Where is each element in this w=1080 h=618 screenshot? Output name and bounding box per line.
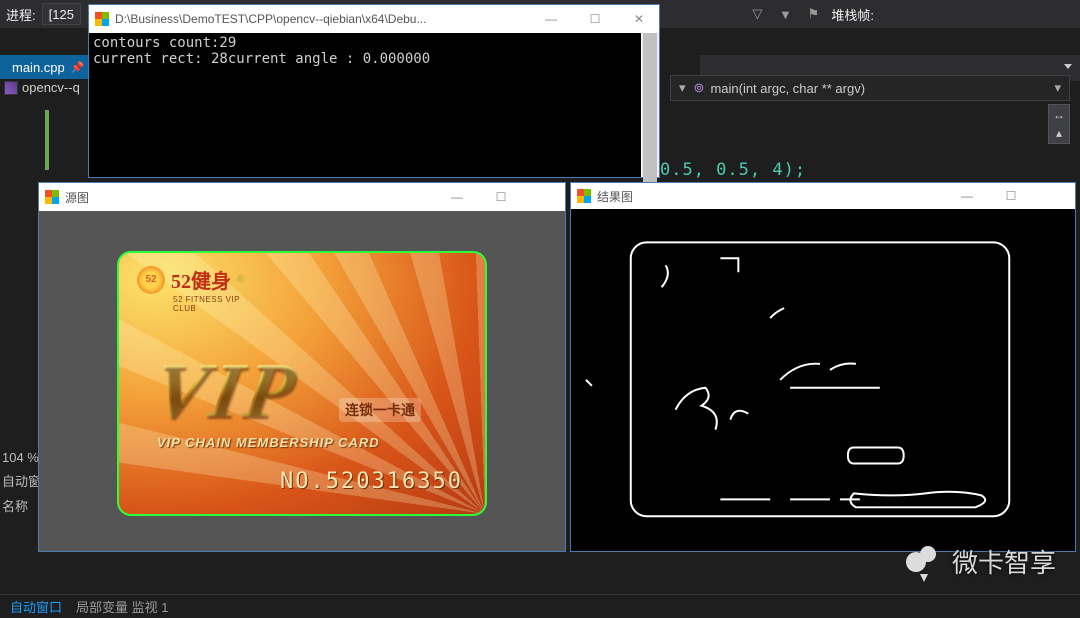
collapse-up-icon[interactable]: ▴: [1056, 126, 1062, 140]
name-label: 名称: [0, 496, 41, 515]
scope-nav[interactable]: ▾ ⊚ main(int argc, char ** argv) ▾: [670, 75, 1070, 101]
result-image: [571, 209, 1075, 551]
autos-tab[interactable]: 自动窗口: [10, 597, 62, 616]
maximize-button[interactable]: ☐: [581, 12, 609, 26]
minimize-button[interactable]: —: [443, 190, 471, 204]
app-icon: [95, 12, 109, 26]
autos-label: 自动窗: [0, 471, 41, 490]
maximize-button[interactable]: ☐: [487, 190, 515, 204]
brand-subtext: 52 FITNESS VIP CLUB: [173, 295, 244, 313]
vip-side-text: 连锁一卡通: [339, 398, 421, 422]
source-titlebar[interactable]: 源图 — ☐ ✕: [39, 183, 565, 211]
result-titlebar[interactable]: 结果图 — ☐ ✕: [571, 183, 1075, 209]
filter-icon[interactable]: ▽: [747, 4, 767, 24]
project-selector[interactable]: opencv--q: [4, 80, 80, 95]
watermark: 微卡智享: [906, 543, 1056, 580]
vip-text: VIP: [147, 345, 305, 435]
code-fragment: 0.5, 0.5, 4);: [660, 160, 806, 180]
app-icon: [577, 189, 591, 203]
chevron-down-icon[interactable]: ▾: [679, 80, 686, 96]
function-icon: ⊚: [694, 80, 705, 96]
filter-off-icon[interactable]: ▼: [775, 4, 795, 24]
chevron-down-icon[interactable]: ▾: [1054, 80, 1061, 96]
console-window[interactable]: D:\Business\DemoTEST\CPP\opencv--qiebian…: [88, 4, 660, 178]
function-signature: main(int argc, char ** argv): [710, 81, 865, 96]
card-number: NO.520316350: [280, 469, 463, 494]
status-rest[interactable]: 局部变量 监视 1: [76, 597, 168, 616]
source-image: 52 52健身 ® 52 FITNESS VIP CLUB VIP 连锁一卡通 …: [39, 211, 565, 551]
margin-dock[interactable]: ↔ ▴: [1048, 104, 1070, 144]
bottom-status-bar: 自动窗口 局部变量 监视 1: [0, 594, 1080, 618]
console-titlebar[interactable]: D:\Business\DemoTEST\CPP\opencv--qiebian…: [89, 5, 659, 33]
watermark-text: 微卡智享: [952, 543, 1056, 580]
left-status: 104 % 自动窗 名称: [0, 450, 41, 521]
detected-card: 52 52健身 ® 52 FITNESS VIP CLUB VIP 连锁一卡通 …: [117, 251, 487, 516]
process-select[interactable]: [125: [42, 3, 81, 25]
tab-label: main.cpp: [12, 60, 65, 75]
expand-icon[interactable]: ↔: [1053, 108, 1065, 122]
result-window[interactable]: 结果图 — ☐ ✕: [570, 182, 1076, 552]
brand-text: 52健身: [171, 265, 231, 294]
scrollbar[interactable]: [641, 33, 659, 177]
change-marker: [45, 110, 49, 170]
minimize-button[interactable]: —: [953, 189, 981, 203]
pin-icon[interactable]: 📌: [71, 61, 85, 74]
scroll-thumb[interactable]: [643, 33, 657, 193]
maximize-button[interactable]: ☐: [997, 189, 1025, 203]
brand-logo-icon: 52: [137, 266, 165, 294]
wechat-icon: [906, 546, 942, 578]
process-label: 进程:: [6, 5, 36, 24]
project-label: opencv--q: [22, 80, 80, 95]
source-window[interactable]: 源图 — ☐ ✕ 52 52健身 ® 52 FITNESS VIP CLUB V…: [38, 182, 566, 552]
reg-icon: ®: [237, 274, 244, 285]
console-output: contours count:29 current rect: 28curren…: [89, 33, 659, 177]
source-title: 源图: [65, 189, 89, 206]
stackframe-label: 堆栈帧:: [831, 5, 874, 24]
zoom-level[interactable]: 104 %: [0, 450, 41, 465]
app-icon: [45, 190, 59, 204]
close-button[interactable]: ✕: [625, 12, 653, 26]
result-title: 结果图: [597, 188, 633, 205]
minimize-button[interactable]: —: [537, 12, 565, 26]
flag-icon[interactable]: ⚑: [803, 4, 823, 24]
console-title: D:\Business\DemoTEST\CPP\opencv--qiebian…: [115, 12, 426, 26]
project-icon: [4, 81, 18, 95]
vip-subtext: VIP CHAIN MEMBERSHIP CARD: [157, 435, 380, 450]
